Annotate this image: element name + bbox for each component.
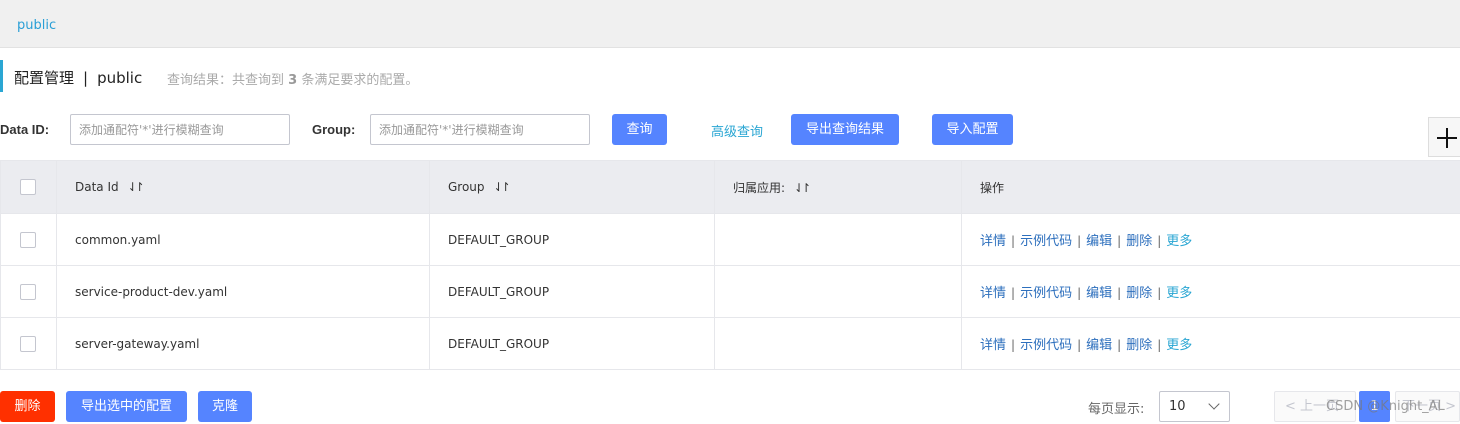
sample-code-link[interactable]: 示例代码 <box>1020 234 1072 249</box>
config-table: Data Id ⇃↾ Group ⇃↾ 归属应用: ⇃↾ 操作 common.yaml… <box>0 160 1460 370</box>
delete-link[interactable]: 删除 <box>1126 286 1152 301</box>
batch-delete-button[interactable]: 删除 <box>0 391 55 422</box>
delete-link[interactable]: 删除 <box>1126 234 1152 249</box>
cell-group: DEFAULT_GROUP <box>429 265 715 318</box>
result-summary-suffix: 条满足要求的配置。 <box>301 73 419 88</box>
page-title-text: 配置管理 <box>14 69 75 87</box>
edit-link[interactable]: 编辑 <box>1086 338 1112 353</box>
page-title-namespace: public <box>97 69 143 87</box>
cell-app <box>714 213 962 266</box>
row-checkbox[interactable] <box>20 335 36 352</box>
cell-operations: 详情 | 示例代码 | 编辑 | 删除 | 更多 <box>961 265 1460 318</box>
table-row: server-gateway.yaml DEFAULT_GROUP 详情 | 示例代… <box>0 317 1460 370</box>
detail-link[interactable]: 详情 <box>980 338 1006 353</box>
select-all-checkbox[interactable] <box>20 179 36 195</box>
sample-code-link[interactable]: 示例代码 <box>1020 286 1072 301</box>
cell-group: DEFAULT_GROUP <box>429 213 715 266</box>
export-selected-button[interactable]: 导出选中的配置 <box>66 391 187 422</box>
column-header-operations: 操作 <box>961 160 1460 214</box>
data-id-label: Data ID: <box>0 122 50 137</box>
delete-link[interactable]: 删除 <box>1126 338 1152 353</box>
cell-group: DEFAULT_GROUP <box>429 317 715 370</box>
column-header-app[interactable]: 归属应用: ⇃↾ <box>714 160 962 214</box>
edit-link[interactable]: 编辑 <box>1086 286 1112 301</box>
sort-icon[interactable]: ⇃↾ <box>494 180 511 194</box>
column-header-group[interactable]: Group ⇃↾ <box>429 160 715 214</box>
page-size-label: 每页显示: <box>1088 402 1145 417</box>
export-results-button[interactable]: 导出查询结果 <box>791 114 899 145</box>
chevron-down-icon <box>1208 398 1220 410</box>
select-all-cell <box>0 160 57 214</box>
page-title: 配置管理 | public <box>14 67 142 88</box>
group-input[interactable] <box>370 114 590 145</box>
cell-data-id: server-gateway.yaml <box>56 317 430 370</box>
result-summary-prefix: 查询结果：共查询到 <box>167 73 285 88</box>
cell-operations: 详情 | 示例代码 | 编辑 | 删除 | 更多 <box>961 213 1460 266</box>
more-link[interactable]: 更多 <box>1166 286 1192 301</box>
namespace-bar: public <box>0 0 1460 48</box>
table-header-row: Data Id ⇃↾ Group ⇃↾ 归属应用: ⇃↾ 操作 <box>0 160 1460 214</box>
row-checkbox[interactable] <box>20 283 36 300</box>
edit-link[interactable]: 编辑 <box>1086 234 1112 249</box>
column-header-data-id[interactable]: Data Id ⇃↾ <box>56 160 430 214</box>
table-row: service-product-dev.yaml DEFAULT_GROUP 详… <box>0 265 1460 318</box>
search-button[interactable]: 查询 <box>612 114 667 145</box>
cell-data-id: service-product-dev.yaml <box>56 265 430 318</box>
more-link[interactable]: 更多 <box>1166 234 1192 249</box>
sort-icon[interactable]: ⇃↾ <box>128 180 145 194</box>
result-count: 3 <box>288 73 298 88</box>
clone-button[interactable]: 克隆 <box>198 391 252 422</box>
cell-operations: 详情 | 示例代码 | 编辑 | 删除 | 更多 <box>961 317 1460 370</box>
table-row: common.yaml DEFAULT_GROUP 详情 | 示例代码 | 编辑 | 删除 |… <box>0 213 1460 266</box>
page-size-value: 10 <box>1169 399 1186 414</box>
sort-icon[interactable]: ⇃↾ <box>794 181 811 195</box>
page-header: 配置管理 | public 查询结果：共查询到 3 条满足要求的配置。 <box>0 60 900 92</box>
group-label: Group: <box>312 122 356 137</box>
import-config-button[interactable]: 导入配置 <box>932 114 1013 145</box>
page-size-select[interactable]: 10 <box>1159 391 1230 422</box>
watermark: CSDN @Knight_AL <box>1326 399 1445 414</box>
title-accent-bar <box>0 60 3 92</box>
detail-link[interactable]: 详情 <box>980 286 1006 301</box>
detail-link[interactable]: 详情 <box>980 234 1006 249</box>
advanced-search-link[interactable]: 高级查询 <box>711 121 763 140</box>
row-checkbox[interactable] <box>20 231 36 248</box>
sample-code-link[interactable]: 示例代码 <box>1020 338 1072 353</box>
data-id-input[interactable] <box>70 114 290 145</box>
cell-app <box>714 317 962 370</box>
title-divider: | <box>83 69 89 87</box>
cell-app <box>714 265 962 318</box>
namespace-tab-public[interactable]: public <box>17 18 56 33</box>
cell-data-id: common.yaml <box>56 213 430 266</box>
more-link[interactable]: 更多 <box>1166 338 1192 353</box>
result-summary: 查询结果：共查询到 3 条满足要求的配置。 <box>167 69 418 88</box>
add-config-button[interactable] <box>1428 117 1460 157</box>
